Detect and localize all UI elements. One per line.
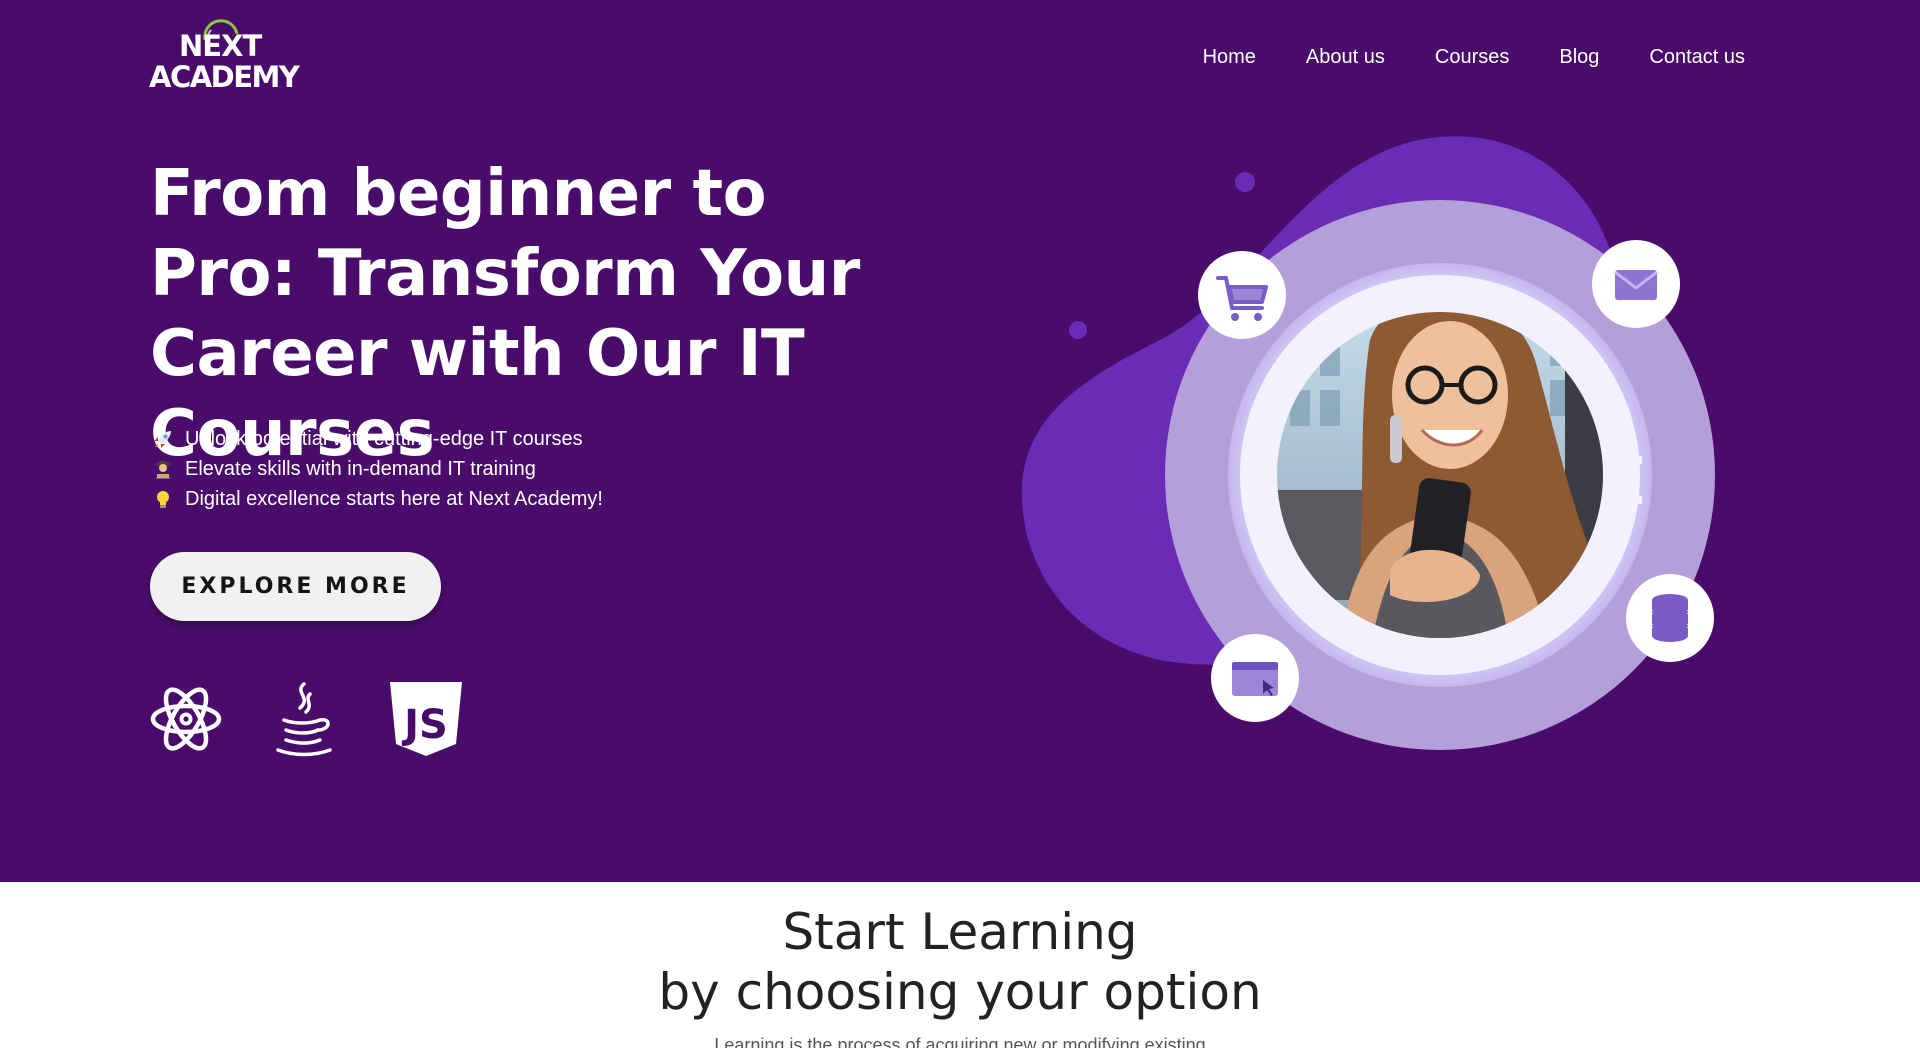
cart-bubble	[1198, 251, 1286, 339]
feature-item: Unlock potential with cutting-edge IT co…	[152, 424, 603, 454]
javascript-icon: JS	[390, 682, 462, 756]
nav-courses[interactable]: Courses	[1435, 43, 1509, 71]
nav-contact-us[interactable]: Contact us	[1649, 43, 1745, 71]
feature-list: Unlock potential with cutting-edge IT co…	[152, 424, 603, 514]
brand-logo[interactable]: NEXT ACADEMY	[149, 18, 301, 94]
main-nav: Home About us Courses Blog Contact us	[1203, 43, 1745, 71]
js-badge-text: JS	[401, 702, 448, 748]
feature-item: Elevate skills with in-demand IT trainin…	[152, 454, 603, 484]
feature-text: Digital excellence starts here at Next A…	[185, 488, 603, 510]
section-description: Learning is the process of acquiring new…	[714, 1035, 1206, 1048]
nav-blog[interactable]: Blog	[1559, 43, 1599, 71]
hero-illustration	[1021, 136, 1715, 750]
database-icon	[1652, 594, 1688, 642]
start-learning-section: Start Learning by choosing your option L…	[0, 882, 1920, 1048]
browser-window-icon	[1232, 662, 1278, 696]
feature-item: Digital excellence starts here at Next A…	[152, 484, 603, 514]
section-title-line1: Start Learning	[782, 903, 1138, 961]
hero-section: NEXT ACADEMY Home About us Courses Blog …	[0, 0, 1920, 882]
feature-text: Elevate skills with in-demand IT trainin…	[185, 458, 536, 480]
nav-home[interactable]: Home	[1203, 43, 1256, 71]
mail-bubble	[1592, 240, 1680, 328]
student-icon	[155, 460, 171, 479]
logo-text-academy: ACADEMY	[149, 60, 300, 94]
logo-text-next: NEXT	[179, 29, 262, 63]
explore-more-button[interactable]: EXPLORE MORE	[150, 552, 441, 621]
rocket-icon	[154, 431, 171, 448]
lightbulb-icon	[157, 491, 169, 508]
java-icon	[276, 682, 332, 757]
browser-bubble	[1211, 634, 1299, 722]
database-bubble	[1626, 574, 1714, 662]
feature-text: Unlock potential with cutting-edge IT co…	[185, 428, 583, 450]
react-icon	[150, 687, 222, 751]
nav-about-us[interactable]: About us	[1306, 43, 1385, 71]
section-title: Start Learning by choosing your option	[0, 902, 1920, 1022]
envelope-icon	[1614, 270, 1658, 300]
section-title-line2: by choosing your option	[658, 963, 1262, 1021]
